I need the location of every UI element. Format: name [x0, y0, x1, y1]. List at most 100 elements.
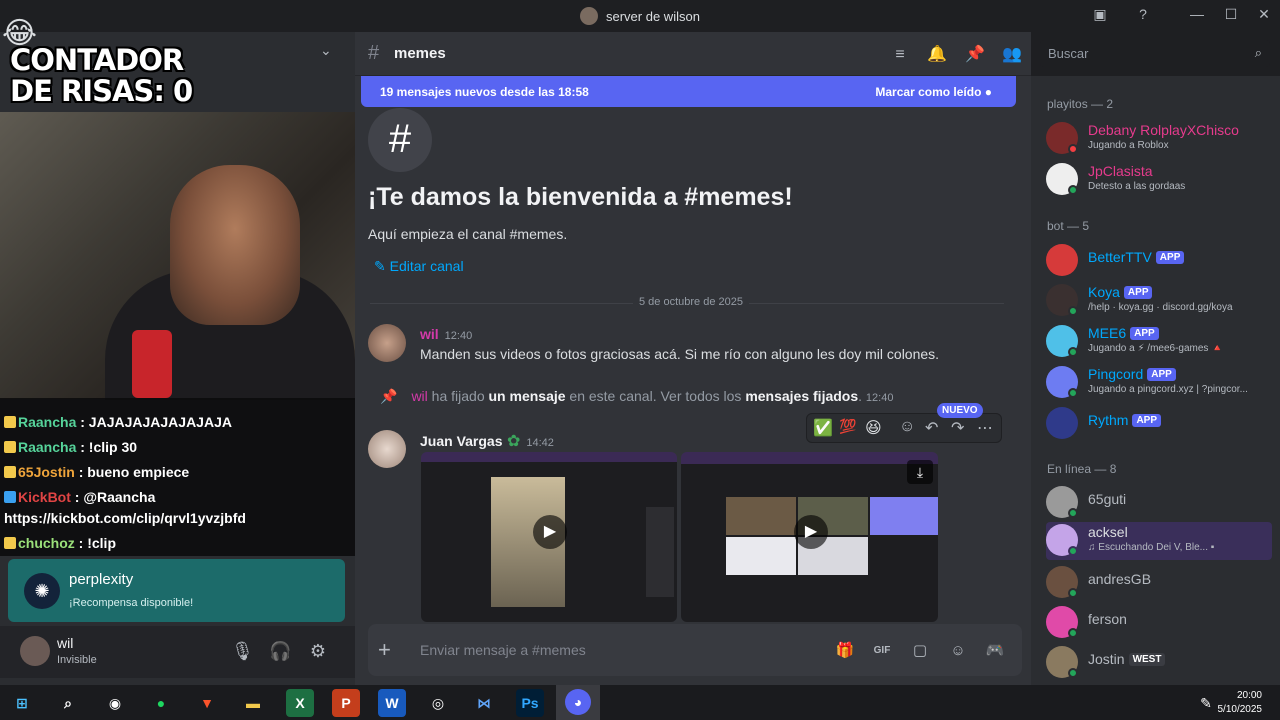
streamer-face	[170, 165, 300, 325]
folder-icon[interactable]: ▬	[239, 689, 267, 717]
edit-channel-link[interactable]: ✎ Editar canal	[374, 258, 464, 275]
window-title: server de wilson	[580, 7, 700, 25]
capcut-icon[interactable]: ⋈	[470, 689, 498, 717]
maximize-button[interactable]: ☐	[1221, 6, 1241, 26]
hundred-emoji-icon[interactable]: 💯	[839, 418, 856, 435]
obs-icon[interactable]: ◉	[101, 689, 129, 717]
spotify-icon[interactable]: ●	[147, 689, 175, 717]
more-icon[interactable]: ⋯	[977, 418, 993, 438]
user-panel: wil Invisible 🎙 🎧 ⚙	[0, 626, 355, 678]
activities-icon[interactable]: 🎮	[984, 640, 1006, 662]
new-messages-bar[interactable]: 19 mensajes nuevos desde las 18:58 Marca…	[361, 76, 1016, 107]
channel-hash-icon: #	[368, 108, 432, 172]
server-icon	[580, 7, 598, 25]
close-button[interactable]: ✕	[1254, 6, 1274, 26]
member-item[interactable]: JpClasista Detesto a las gordaas	[1046, 161, 1272, 199]
chat-line: Raancha : JAJAJAJAJAJAJAJA	[4, 414, 232, 430]
member-item[interactable]: 65guti	[1046, 484, 1272, 522]
minimize-button[interactable]: —	[1187, 6, 1207, 26]
new-badge: NUEVO	[937, 403, 983, 418]
threads-icon[interactable]: ≡	[889, 44, 911, 66]
members-icon[interactable]: 👥	[1001, 44, 1023, 66]
sticker-icon[interactable]: ▢	[909, 640, 931, 662]
video-tile	[726, 497, 796, 535]
windows-start-icon[interactable]: ⊞	[8, 689, 36, 717]
video-attachment[interactable]: ▶	[421, 452, 677, 622]
video-side-panel	[646, 507, 674, 597]
reply-icon[interactable]: ↶	[925, 418, 938, 438]
add-reaction-icon[interactable]: ☺	[899, 418, 915, 436]
grin-emoji-icon[interactable]: 😆	[865, 418, 882, 438]
channel-header: # memes ≡ 🔔 📌 👥	[355, 32, 1031, 76]
perplexity-logo-icon: ✺	[24, 573, 60, 609]
pin-icon: 📌	[380, 388, 398, 404]
chat-line: KickBot : @Raancha	[4, 489, 155, 505]
check-emoji-icon[interactable]: ✅	[813, 418, 833, 438]
system-clock[interactable]: 20:00 5/10/2025	[1218, 689, 1263, 717]
hashtag-icon: #	[368, 42, 380, 64]
discord-icon[interactable]: ◕	[556, 685, 600, 720]
promo-card[interactable]: ✺ perplexity ¡Recompensa disponible!	[8, 559, 345, 622]
video-tile	[870, 537, 938, 575]
message-text: Manden sus videos o fotos graciosas acá.…	[420, 346, 940, 362]
pen-icon[interactable]: ✎	[1192, 689, 1220, 717]
verified-icon: ✿	[506, 433, 521, 450]
avatar	[1046, 244, 1078, 276]
add-attachment-icon[interactable]: +	[378, 637, 391, 663]
photoshop-icon[interactable]: Ps	[516, 689, 544, 717]
chrome-icon[interactable]: ◎	[424, 689, 452, 717]
brave-icon[interactable]: ▼	[193, 689, 221, 717]
mark-read-button[interactable]: Marcar como leído ●	[875, 85, 992, 99]
message-header: Juan Vargas ✿ 14:42	[420, 433, 554, 450]
gif-icon[interactable]: GIF	[871, 640, 893, 662]
member-item[interactable]: Pingcord APP Jugando a pingcord.xyz | ?pi…	[1046, 364, 1272, 402]
download-icon[interactable]: ⤓	[907, 460, 933, 484]
headphones-icon[interactable]: 🎧	[269, 640, 291, 662]
play-icon[interactable]: ▶	[533, 515, 567, 549]
avatar[interactable]	[368, 324, 406, 362]
chat-line: Raancha : !clip 30	[4, 439, 137, 455]
excel-icon[interactable]: X	[286, 689, 314, 717]
message-header: wil 12:40	[420, 326, 473, 342]
date-divider: 5 de octubre de 2025	[370, 296, 1004, 308]
member-item[interactable]: MEE6 APP Jugando a ⚡ /mee6-games 🔺	[1046, 323, 1272, 361]
member-item[interactable]: ferson	[1046, 604, 1272, 642]
help-icon[interactable]: ?	[1133, 6, 1153, 26]
video-tile	[726, 537, 796, 575]
gift-icon[interactable]: 🎁	[834, 640, 856, 662]
forward-icon[interactable]: ↷	[951, 418, 964, 438]
laugh-counter: CONTADOR DE RISAS: 0	[10, 43, 193, 108]
stream-chat-overlay: Raancha : JAJAJAJAJAJAJAJA Raancha : !cl…	[0, 398, 368, 556]
member-item[interactable]: Rythm APP	[1046, 405, 1272, 443]
search-icon[interactable]: ⌕	[54, 689, 82, 717]
inbox-icon[interactable]: ▣	[1090, 6, 1110, 26]
red-light	[132, 330, 172, 398]
pin-icon[interactable]: 📌	[964, 44, 986, 66]
settings-icon[interactable]: ⚙	[307, 640, 329, 662]
member-item[interactable]: andresGB	[1046, 564, 1272, 602]
message-composer[interactable]: + Enviar mensaje a #memes 🎁 GIF ▢ ☺ 🎮	[368, 624, 1022, 676]
chevron-down-icon[interactable]: ⌄	[320, 42, 332, 59]
bell-icon[interactable]: 🔔	[926, 44, 948, 66]
avatar[interactable]	[368, 430, 406, 468]
chat-line: chuchoz : !clip	[4, 535, 116, 551]
video-attachment[interactable]: ⤓ ▶	[681, 452, 938, 622]
taskbar: ⊞ ⌕ ◉ ● ▼ ▬ X P W ◎ ⋈ Ps ◕ ✎ 20:00 5/10/…	[0, 685, 1280, 720]
member-item[interactable]: Koya APP /help · koya.gg · discord.gg/koy…	[1046, 282, 1272, 320]
search-icon: ⌕	[1254, 45, 1262, 60]
mark-read-icon: ●	[984, 85, 992, 99]
member-item[interactable]: BetterTTV APP	[1046, 242, 1272, 280]
search-input[interactable]: Buscar ⌕	[1040, 40, 1270, 67]
powerpoint-icon[interactable]: P	[332, 689, 360, 717]
member-item[interactable]: Jostin WEST	[1046, 644, 1272, 682]
emoji-icon[interactable]: ☺	[947, 640, 969, 662]
pencil-icon: ✎	[374, 258, 386, 274]
member-item[interactable]: Debany RolplayXChisco Jugando a Roblox	[1046, 120, 1272, 158]
chat-line: https://kickbot.com/clip/qrvl1yvzjbfd	[4, 510, 246, 526]
title-bar: server de wilson ▣ ? — ☐ ✕	[0, 0, 1280, 32]
play-icon[interactable]: ▶	[794, 515, 828, 549]
avatar[interactable]	[20, 636, 50, 666]
member-item[interactable]: acksel ♫ Escuchando Dei V, Ble... ▪	[1046, 522, 1272, 560]
microphone-icon[interactable]: 🎙	[231, 640, 254, 662]
word-icon[interactable]: W	[378, 689, 406, 717]
